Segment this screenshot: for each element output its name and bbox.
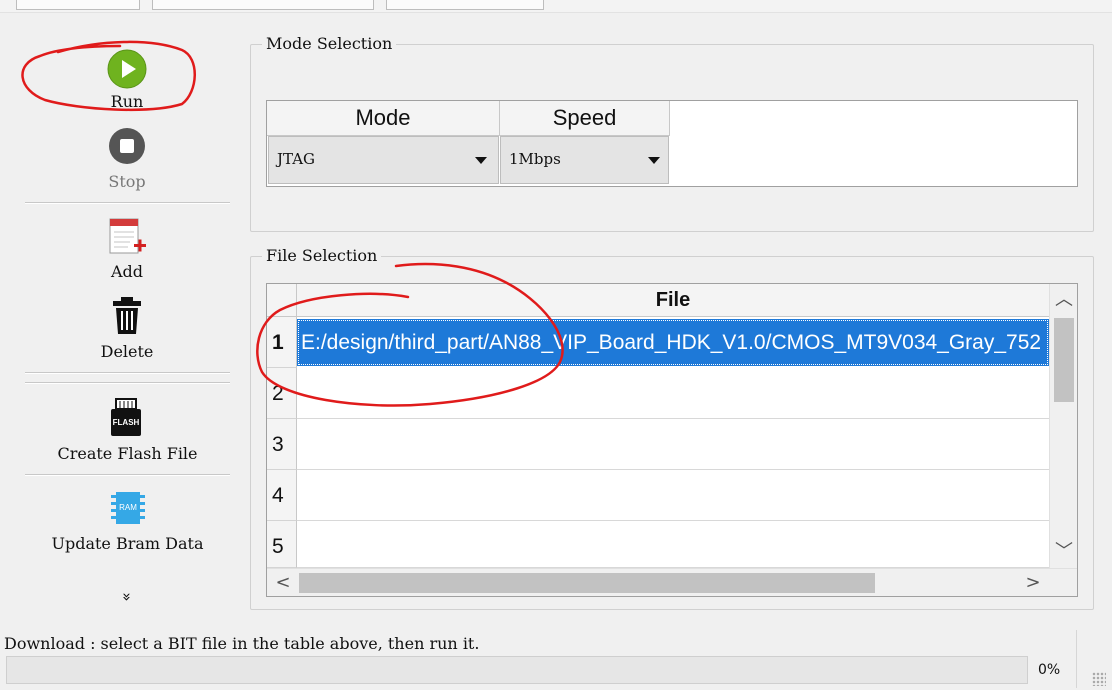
add-label: Add <box>110 262 144 281</box>
top-tab-button[interactable] <box>152 0 374 10</box>
delete-label: Delete <box>100 342 154 361</box>
toolbar-divider <box>25 202 230 204</box>
scroll-right-icon[interactable]: > <box>1023 573 1043 593</box>
update-bram-data-button[interactable]: RAM Update Bram Data <box>30 486 225 556</box>
mode-dropdown-value: JTAG <box>277 150 316 168</box>
scroll-up-icon[interactable]: ︿ <box>1054 290 1074 310</box>
file-column-header[interactable]: File <box>297 284 1049 317</box>
file-table: File 1 E:/design/third_part/AN88_VIP_Boa… <box>266 283 1078 597</box>
file-cell[interactable] <box>297 521 1049 568</box>
trash-icon <box>113 297 141 334</box>
file-cell-selected[interactable]: E:/design/third_part/AN88_VIP_Board_HDK_… <box>297 319 1049 366</box>
delete-button[interactable]: Delete <box>72 294 182 364</box>
scroll-down-icon[interactable]: ﹀ <box>1054 542 1074 562</box>
top-tab-button[interactable] <box>16 0 140 10</box>
file-cell[interactable] <box>297 419 1049 470</box>
vertical-scroll-thumb[interactable] <box>1054 318 1074 402</box>
create-flash-file-button[interactable]: FLASH Create Flash File <box>30 396 225 466</box>
horizontal-scrollbar[interactable]: < > <box>267 568 1077 596</box>
row-header-4[interactable]: 4 <box>267 470 297 521</box>
top-tab-button[interactable] <box>386 0 544 10</box>
status-divider <box>1076 630 1077 688</box>
flash-icon-text: FLASH <box>112 418 140 427</box>
file-cell[interactable] <box>297 470 1049 521</box>
toolbar-divider <box>25 474 230 476</box>
progress-percent: 0% <box>1038 662 1061 678</box>
add-file-icon <box>109 218 146 254</box>
row-header-2[interactable]: 2 <box>267 368 297 419</box>
horizontal-scroll-thumb[interactable] <box>299 573 875 593</box>
ram-icon-text: RAM <box>119 503 137 512</box>
run-button[interactable]: Run <box>72 44 182 114</box>
stop-button[interactable]: Stop <box>72 124 182 194</box>
run-icon <box>107 49 147 89</box>
more-tools-chevron-icon[interactable]: » <box>118 587 136 607</box>
run-label: Run <box>110 92 144 111</box>
mode-column-header[interactable]: Mode <box>267 101 500 136</box>
resize-grip-icon[interactable] <box>1092 672 1106 686</box>
toolbar-divider <box>25 372 230 374</box>
add-button[interactable]: Add <box>72 214 182 284</box>
mode-table: Mode Speed JTAG 1Mbps <box>266 100 1078 187</box>
speed-dropdown-value: 1Mbps <box>509 150 561 168</box>
update-bram-data-label: Update Bram Data <box>51 534 204 553</box>
row-header-1[interactable]: 1 <box>267 317 297 368</box>
vertical-scrollbar[interactable]: ︿ ﹀ <box>1049 284 1077 568</box>
speed-column-header[interactable]: Speed <box>500 101 670 136</box>
chevron-down-icon <box>475 157 487 164</box>
stop-label: Stop <box>108 172 146 191</box>
status-message: Download : select a BIT file in the tabl… <box>4 634 480 653</box>
row-header-5[interactable]: 5 <box>267 521 297 568</box>
chevron-down-icon <box>648 157 660 164</box>
row-header-3[interactable]: 3 <box>267 419 297 470</box>
progress-bar <box>6 656 1028 684</box>
mode-dropdown[interactable]: JTAG <box>268 136 499 184</box>
file-cell[interactable] <box>297 368 1049 419</box>
speed-dropdown[interactable]: 1Mbps <box>500 136 669 184</box>
table-corner[interactable] <box>267 284 297 317</box>
scroll-left-icon[interactable]: < <box>273 573 293 593</box>
mode-selection-title: Mode Selection <box>262 34 397 53</box>
stop-icon <box>109 128 145 164</box>
toolbar-divider <box>25 382 230 384</box>
create-flash-file-label: Create Flash File <box>57 444 198 463</box>
file-selection-title: File Selection <box>262 246 382 265</box>
